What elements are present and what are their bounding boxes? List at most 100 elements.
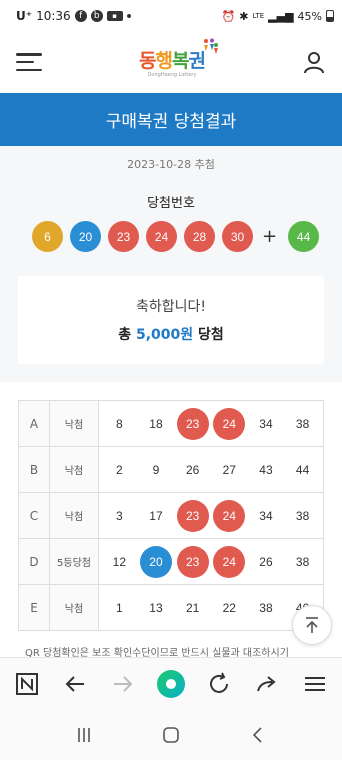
back-button[interactable] [60,669,90,699]
ticket-number: 2 [115,462,123,477]
logo-subtitle: DongHaeng Lottery [147,72,197,78]
app-icon: ▪ [106,11,123,21]
ticket-numbers: 8 18 23 24 34 38 [98,400,324,447]
winning-numbers-label: 당첨번호 [147,196,195,211]
green-dot-button[interactable] [156,669,186,699]
winning-ball: 28 [184,221,215,252]
refresh-icon [210,672,228,693]
arrow-right-icon [114,675,133,692]
winning-numbers: 6 20 23 24 28 30 +44 [32,221,326,252]
ticket-number: 1 [115,600,123,615]
logo-people-icon [203,38,218,54]
ticket-number: 26 [259,554,273,569]
logo[interactable]: 동행복권 DongHaeng Lottery [139,38,218,78]
ticket-number: 13 [149,600,163,615]
carrier-label: U⁺ [16,9,33,23]
congrats-message: 축하합니다! [135,299,206,315]
more-notifications-icon [126,14,131,18]
ticket-number: 3 [115,508,123,523]
signal-icon: ▂▄▆ [268,9,294,23]
clock: 10:36 [36,9,71,23]
green-dot-icon [157,669,185,698]
ticket-number: 34 [259,508,273,523]
arrow-left-icon [65,675,84,692]
ticket-number: 22 [222,600,236,615]
prize-total: 총 5,000원 당첨 [18,324,324,344]
bluetooth-icon: ✱ [239,9,249,23]
ticket-number: 38 [295,508,310,523]
prize-suffix: 당첨 [198,327,224,343]
ticket-result: 낙첨 [49,492,99,539]
ticket-results-table: A 낙첨 8 18 23 24 34 38 B 낙첨 2 9 26 27 43 44 C 낙첨 3 17 23 24 34 3… [18,400,324,631]
menu-lines-icon [305,676,325,691]
matched-number: 24 [213,407,246,440]
winning-ball: 23 [108,221,139,252]
matched-number: 24 [213,499,246,532]
app-b-icon: b [90,10,103,22]
ticket-row: E낙첨11321223840 [18,584,324,631]
arrow-up-icon [306,617,318,633]
scroll-to-top-button[interactable] [292,605,332,645]
system-nav-bar [0,709,342,760]
ticket-label: B [18,446,50,493]
winning-ball: 24 [146,221,177,252]
ticket-numbers: 12 20 23 24 26 38 [98,538,324,585]
ticket-label: A [18,400,50,447]
winning-ball: 6 [32,221,63,252]
notice-text: QR 당첨확인은 보조 확인수단이므로 반드시 실물과 대조하시기 [25,648,289,658]
ticket-numbers: 3 17 23 24 34 38 [98,492,324,539]
site-header: 동행복권 DongHaeng Lottery [0,32,342,92]
ticket-number: 34 [259,416,273,431]
share-button[interactable] [252,669,282,699]
facebook-icon: f [74,10,87,22]
ticket-number: 38 [259,600,273,615]
winning-ball: 20 [70,221,101,252]
draw-result-panel: 2023-10-28 추첨 당첨번호 6 20 23 24 28 30 +44 축하합니다!… [0,146,342,382]
prize-prefix: 총 [118,327,132,343]
browser-menu-button[interactable] [300,669,330,699]
home-icon[interactable] [161,725,181,745]
user-icon[interactable] [302,50,326,74]
prize-amount: 5,000원 [135,327,194,343]
ticket-result: 5등당첨 [49,538,99,585]
ticket-number: 27 [222,462,236,477]
ticket-number: 38 [295,554,310,569]
ticket-number: 9 [152,462,160,477]
ticket-row: A 낙첨 8 18 23 24 34 38 [18,400,324,447]
menu-icon[interactable] [16,51,42,73]
ticket-number: 26 [185,462,200,477]
ticket-result: 낙첨 [49,400,99,447]
matched-number: 24 [213,545,246,578]
ticket-row: C 낙첨 3 17 23 24 34 38 [18,492,324,539]
ticket-number: 21 [185,600,200,615]
ticket-label: D [18,538,50,585]
logo-char: 행 [155,50,174,72]
back-nav-icon[interactable] [248,725,268,745]
bonus-plus-sign: + [262,226,278,247]
bonus-ball: 44 [288,221,320,252]
reload-button[interactable] [204,669,234,699]
matched-number: 20 [139,545,172,578]
forward-button[interactable] [108,669,138,699]
browser-toolbar [0,657,342,709]
draw-date: 2023-10-28 추첨 [127,158,215,171]
ticket-number: 18 [149,416,163,431]
ticket-numbers: 11321223840 [98,584,324,631]
logo-char: 동 [139,50,157,72]
matched-number: 23 [176,407,209,440]
matched-number: 23 [176,499,209,532]
ticket-result: 낙첨 [49,446,99,493]
alarm-icon: ⏰ [221,9,236,23]
recent-apps-icon[interactable] [74,725,94,745]
ticket-number: 44 [295,462,310,477]
share-icon [257,675,276,691]
network-label: LTE [252,12,265,20]
ticket-result: 낙첨 [49,584,99,631]
congrats-box: 축하합니다! 총 5,000원 당첨 [18,276,324,364]
logo-char: 복 [172,50,190,72]
naver-home-button[interactable] [12,669,42,699]
ticket-row: B 낙첨 2 9 26 27 43 44 [18,446,324,493]
ticket-number: 38 [295,416,310,431]
ticket-number: 12 [112,554,126,569]
ticket-numbers: 2 9 26 27 43 44 [98,446,324,493]
